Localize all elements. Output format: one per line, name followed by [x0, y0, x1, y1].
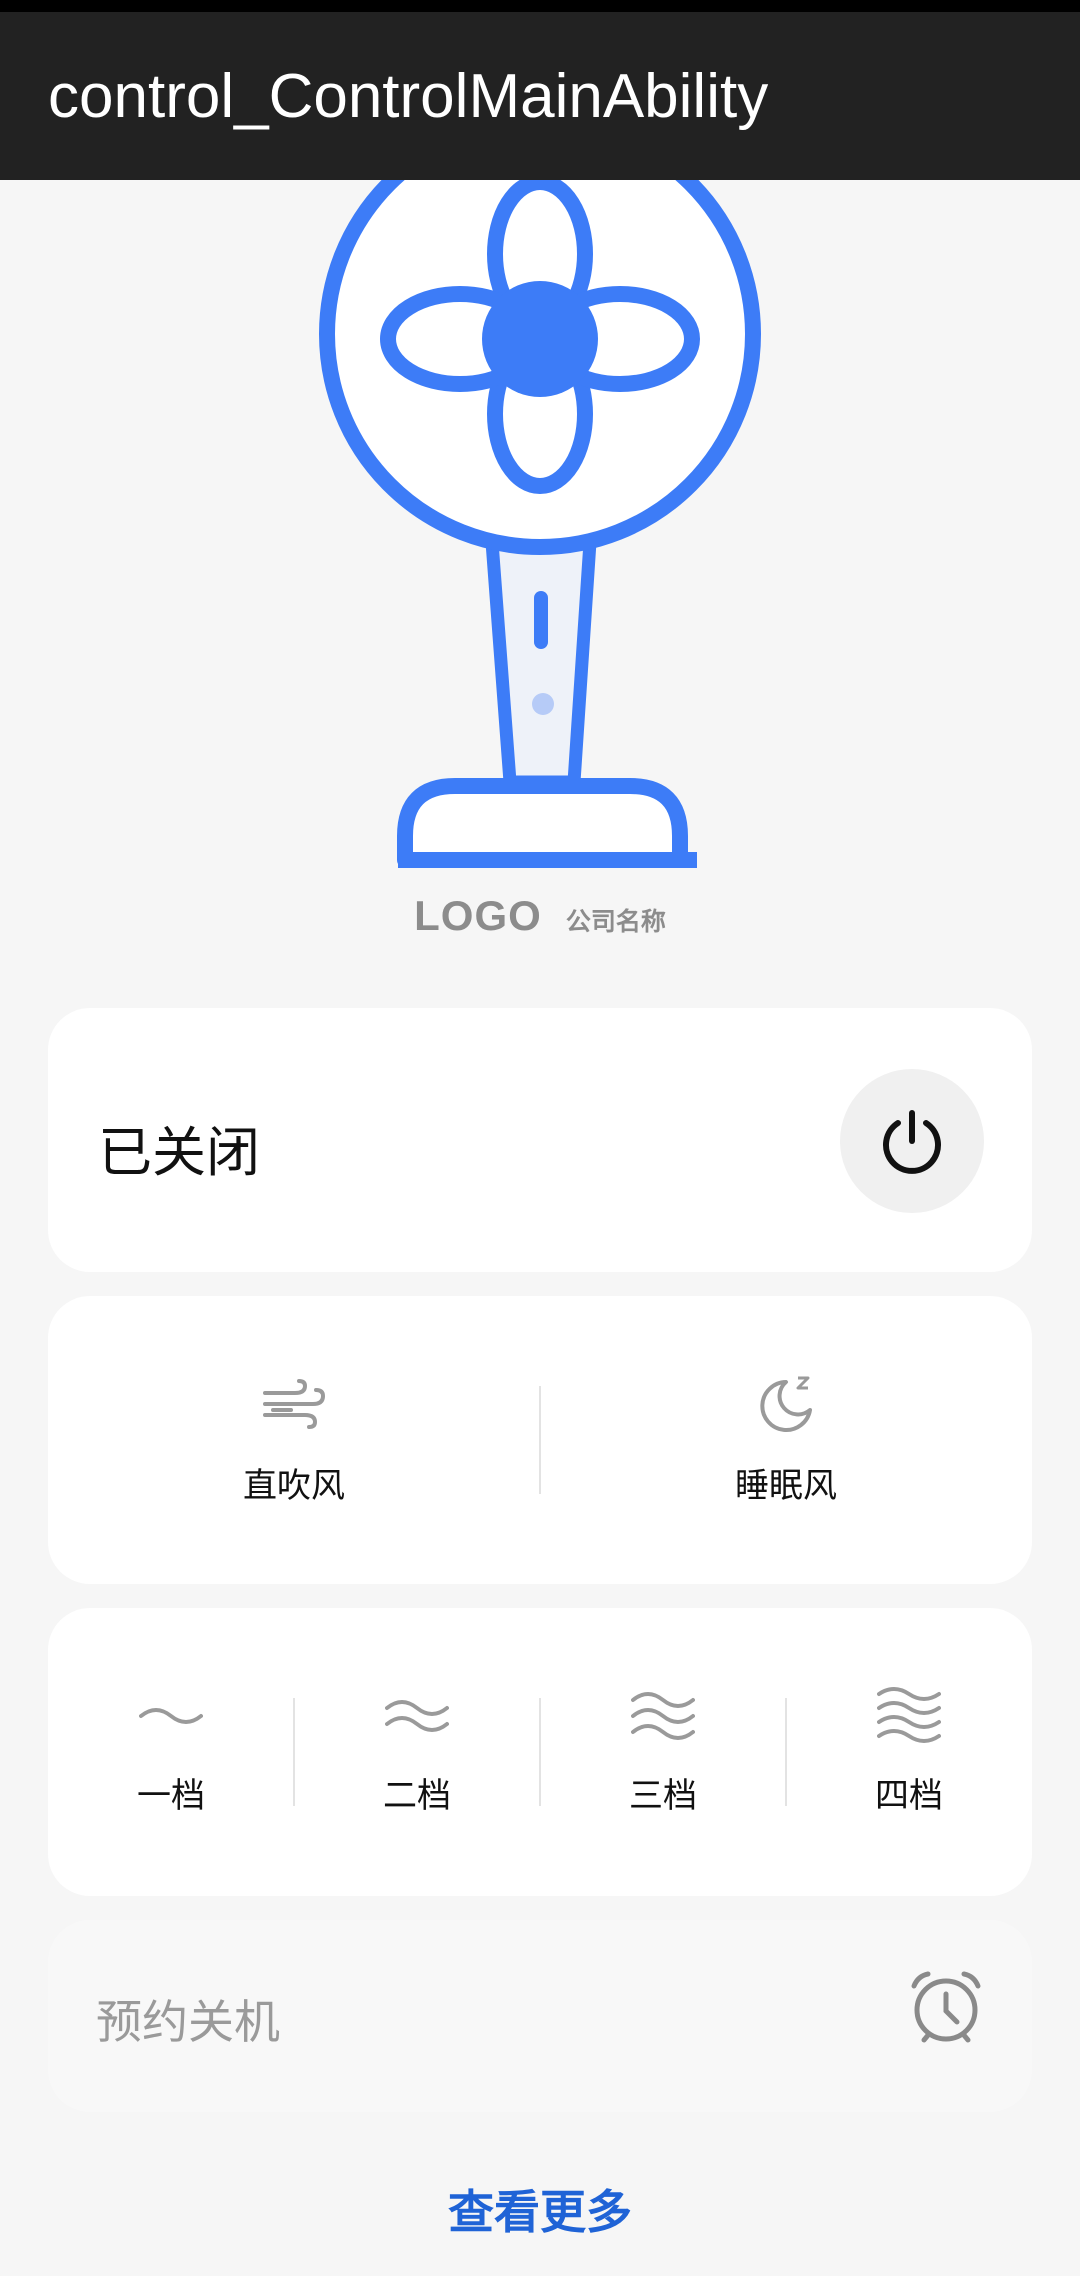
wave-3-icon — [631, 1692, 695, 1740]
mode-direct-wind-label: 直吹风 — [243, 1466, 345, 1506]
wave-1-icon — [139, 1708, 203, 1724]
power-button[interactable] — [840, 1069, 984, 1213]
scheduled-shutdown-card[interactable]: 预约关机 — [48, 1920, 1032, 2112]
fan-illustration — [319, 180, 761, 868]
speed-level-2-label: 二档 — [383, 1776, 451, 1816]
mode-sleep-wind-label: 睡眠风 — [735, 1466, 837, 1506]
mode-sleep-wind[interactable]: 睡眠风 — [540, 1296, 1032, 1584]
app-bar: control_ControlMainAbility — [0, 12, 1080, 180]
wind-icon — [263, 1379, 326, 1429]
brand: LOGO 公司名称 — [0, 892, 1080, 940]
app-title: control_ControlMainAbility — [48, 61, 769, 131]
sleep-moon-icon — [760, 1376, 812, 1432]
speed-level-2[interactable]: 二档 — [294, 1608, 540, 1896]
view-more-link[interactable]: 查看更多 — [0, 2176, 1080, 2242]
brand-company-name: 公司名称 — [565, 907, 666, 936]
speed-level-3-label: 三档 — [629, 1776, 697, 1816]
alarm-clock-icon — [911, 1971, 981, 2043]
speed-level-4[interactable]: 四档 — [786, 1608, 1032, 1896]
speed-card: 一档 二档 三档 四档 — [48, 1608, 1032, 1896]
brand-logo: LOGO — [414, 892, 542, 939]
power-icon — [883, 1110, 941, 1174]
power-status: 已关闭 — [98, 1121, 260, 1184]
mode-card: 直吹风 睡眠风 — [48, 1296, 1032, 1584]
speed-level-1-label: 一档 — [137, 1776, 205, 1816]
speed-level-1[interactable]: 一档 — [48, 1608, 294, 1896]
scheduled-shutdown-label: 预约关机 — [96, 1995, 280, 2049]
wave-4-icon — [877, 1687, 941, 1743]
speed-level-4-label: 四档 — [875, 1776, 943, 1816]
power-card: 已关闭 — [48, 1008, 1032, 1272]
status-bar — [0, 0, 1080, 12]
speed-level-3[interactable]: 三档 — [540, 1608, 786, 1896]
wave-2-icon — [385, 1700, 449, 1732]
mode-direct-wind[interactable]: 直吹风 — [48, 1296, 540, 1584]
